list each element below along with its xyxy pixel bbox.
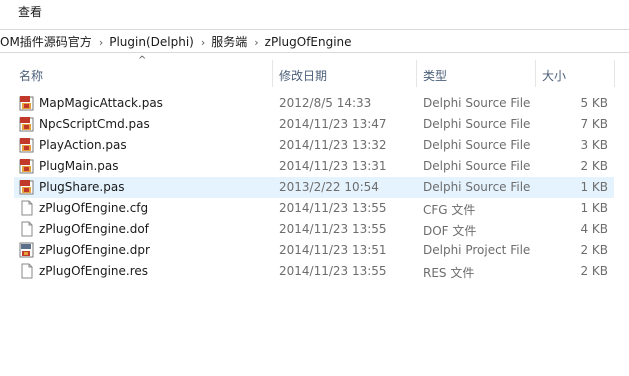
file-type: DOF 文件 [423,224,477,238]
file-name: MapMagicAttack.pas [39,96,163,110]
file-name: PlugMain.pas [39,159,119,173]
column-divider[interactable] [535,60,536,87]
file-row[interactable]: zPlugOfEngine.dof 2014/11/23 13:55 DOF 文件 4… [14,219,614,240]
file-date: 2014/11/23 13:55 [279,222,387,236]
chevron-right-icon: › [98,36,104,49]
column-header-size[interactable]: 大小 [542,67,566,84]
file-date: 2014/11/23 13:32 [279,138,387,152]
document-icon [19,200,35,216]
delphi-source-icon [19,137,35,153]
file-type: Delphi Source File [423,138,531,152]
delphi-source-icon [19,179,35,195]
file-type: Delphi Project File [423,243,531,257]
menu-bar: 查看 [0,0,629,24]
column-divider[interactable] [416,60,417,87]
delphi-source-icon [19,95,35,111]
column-divider[interactable] [614,60,615,87]
file-date: 2012/8/5 14:33 [279,96,372,110]
file-name: zPlugOfEngine.cfg [39,201,149,215]
file-name: PlayAction.pas [39,138,127,152]
delphi-project-icon [19,242,35,258]
file-type: Delphi Source File [423,117,531,131]
file-date: 2014/11/23 13:55 [279,201,387,215]
file-row[interactable]: MapMagicAttack.pas 2012/8/5 14:33 Delphi S… [14,93,614,114]
file-row[interactable]: zPlugOfEngine.dpr 2014/11/23 13:51 Delphi … [14,240,614,261]
file-name: PlugShare.pas [39,180,125,194]
file-size: 3 KB [580,138,608,152]
file-size: 5 KB [580,96,608,110]
file-date: 2014/11/23 13:47 [279,117,387,131]
file-type: CFG 文件 [423,203,476,217]
breadcrumb-item[interactable]: 服务端 [211,35,247,49]
address-bar[interactable]: OM插件源码官方 › Plugin(Delphi) › 服务端 › zPlugOfEngin… [0,29,629,53]
file-type: RES 文件 [423,266,475,280]
file-name: NpcScriptCmd.pas [39,117,150,131]
file-row[interactable]: NpcScriptCmd.pas 2014/11/23 13:47 Delphi S… [14,114,614,135]
delphi-source-icon [19,116,35,132]
file-row[interactable]: PlayAction.pas 2014/11/23 13:32 Delphi Sou… [14,135,614,156]
file-row[interactable]: PlugShare.pas 2013/2/22 10:54 Delphi Sourc… [14,177,614,198]
delphi-source-icon [19,158,35,174]
file-type: Delphi Source File [423,96,531,110]
document-icon [19,221,35,237]
document-icon [19,263,35,279]
file-size: 1 KB [580,201,608,215]
file-size: 4 KB [580,222,608,236]
file-date: 2013/2/22 10:54 [279,180,379,194]
file-name: zPlugOfEngine.res [39,264,149,278]
menu-view[interactable]: 查看 [18,3,42,20]
file-size: 2 KB [580,264,608,278]
sort-ascending-icon: ^ [138,55,147,66]
file-row[interactable]: zPlugOfEngine.res 2014/11/23 13:55 RES 文件 2… [14,261,614,282]
column-header-type[interactable]: 类型 [423,67,447,84]
file-size: 2 KB [580,159,608,173]
file-type: Delphi Source File [423,180,531,194]
column-header-name[interactable]: 名称 [19,67,43,84]
breadcrumb-item[interactable]: OM插件源码官方 [0,35,92,49]
chevron-right-icon: › [254,36,259,49]
breadcrumb-item[interactable]: zPlugOfEngine [265,35,352,49]
file-size: 7 KB [580,117,608,131]
file-name: zPlugOfEngine.dpr [39,243,150,257]
column-divider[interactable] [272,60,273,87]
file-size: 1 KB [580,180,608,194]
breadcrumb-item[interactable]: Plugin(Delphi) [109,35,194,49]
chevron-right-icon: › [200,36,206,49]
file-row[interactable]: zPlugOfEngine.cfg 2014/11/23 13:55 CFG 文件 1… [14,198,614,219]
file-date: 2014/11/23 13:31 [279,159,387,173]
column-header-date[interactable]: 修改日期 [279,67,327,84]
file-name: zPlugOfEngine.dof [39,222,149,236]
file-date: 2014/11/23 13:51 [279,243,387,257]
breadcrumb: OM插件源码官方 › Plugin(Delphi) › 服务端 › zPlugOfEngin… [0,33,352,50]
file-date: 2014/11/23 13:55 [279,264,387,278]
file-size: 2 KB [580,243,608,257]
file-row[interactable]: PlugMain.pas 2014/11/23 13:31 Delphi Sourc… [14,156,614,177]
file-type: Delphi Source File [423,159,531,173]
